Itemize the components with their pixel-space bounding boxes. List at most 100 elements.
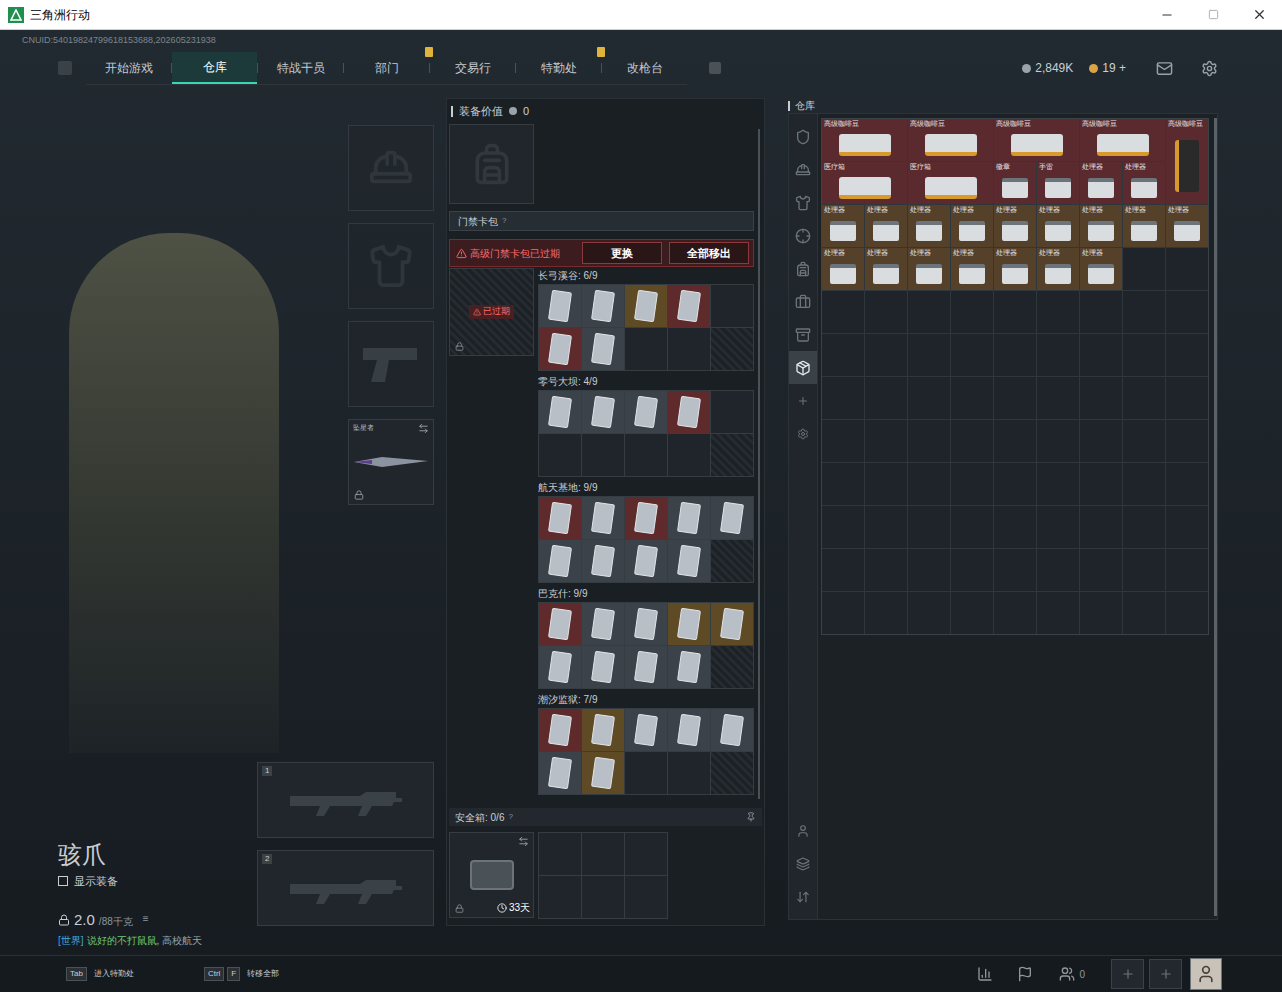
warehouse-side-tab[interactable] [789, 186, 817, 219]
keycard-slot-filled[interactable] [582, 497, 624, 539]
keycard-button[interactable]: 更换 [582, 242, 662, 264]
warehouse-cell[interactable] [994, 592, 1036, 634]
safe-cell[interactable] [539, 833, 581, 875]
warehouse-cell[interactable] [865, 506, 907, 548]
warehouse-cell[interactable] [1080, 463, 1122, 505]
warehouse-cell[interactable] [822, 420, 864, 462]
keycard-slot-filled[interactable] [582, 709, 624, 751]
warehouse-cell[interactable] [865, 549, 907, 591]
keycard-slot-filled[interactable] [582, 328, 624, 370]
warehouse-cell[interactable] [994, 463, 1036, 505]
warehouse-cell[interactable] [865, 334, 907, 376]
keycard-slot-filled[interactable] [539, 646, 581, 688]
warehouse-cell[interactable] [1166, 549, 1208, 591]
warehouse-cell[interactable] [908, 291, 950, 333]
warehouse-cell[interactable] [1037, 463, 1079, 505]
keycard-slot-filled[interactable] [582, 603, 624, 645]
keycard-slot-filled[interactable] [668, 497, 710, 539]
warehouse-cell[interactable] [1166, 420, 1208, 462]
keycard-slot-filled[interactable] [539, 709, 581, 751]
warehouse-item[interactable]: 处理器 [994, 205, 1036, 247]
keycard-case-slot[interactable]: 已过期 [449, 268, 534, 356]
warehouse-item[interactable]: 处理器 [1080, 162, 1122, 204]
warehouse-cell[interactable] [1166, 291, 1208, 333]
warehouse-cell[interactable] [1080, 549, 1122, 591]
warehouse-cell[interactable] [994, 334, 1036, 376]
warehouse-cell[interactable] [1166, 463, 1208, 505]
warehouse-cell[interactable] [822, 334, 864, 376]
warehouse-item[interactable]: 处理器 [908, 248, 950, 290]
warehouse-item[interactable]: 处理器 [1166, 205, 1208, 247]
warehouse-side-tab[interactable] [789, 252, 817, 285]
keycard-slot-filled[interactable] [668, 285, 710, 327]
warehouse-cell[interactable] [822, 377, 864, 419]
list-icon[interactable]: ≡ [143, 911, 149, 926]
keycard-slot-filled[interactable] [582, 752, 624, 794]
warehouse-cell[interactable] [1080, 291, 1122, 333]
warehouse-cell[interactable] [865, 420, 907, 462]
keycard-slot-filled[interactable] [625, 646, 667, 688]
warehouse-item[interactable]: 高级咖啡豆 [908, 119, 993, 161]
side-tool[interactable] [789, 814, 817, 847]
warehouse-cell[interactable] [908, 420, 950, 462]
warehouse-cell[interactable] [1166, 377, 1208, 419]
keycard-slot-filled[interactable] [582, 391, 624, 433]
keycard-slot-filled[interactable] [539, 391, 581, 433]
warehouse-item[interactable]: 医疗箱 [908, 162, 993, 204]
keycard-slot-filled[interactable] [582, 646, 624, 688]
warehouse-cell[interactable] [1037, 592, 1079, 634]
minimize-button[interactable] [1144, 0, 1190, 30]
warehouse-cell[interactable] [1037, 549, 1079, 591]
warehouse-cell[interactable] [951, 506, 993, 548]
warehouse-item[interactable]: 处理器 [994, 248, 1036, 290]
warehouse-cell[interactable] [908, 549, 950, 591]
warehouse-cell[interactable] [994, 377, 1036, 419]
warehouse-cell[interactable] [1166, 592, 1208, 634]
warehouse-cell[interactable] [1080, 334, 1122, 376]
stats-icon[interactable] [977, 966, 993, 982]
add-teammate-button[interactable] [1149, 959, 1182, 989]
key-hint[interactable]: Tab进入特勤处 [66, 967, 134, 981]
keycard-slot-filled[interactable] [539, 497, 581, 539]
menu-icon[interactable] [58, 61, 72, 75]
keycard-slot-empty[interactable] [625, 434, 667, 476]
warehouse-cell[interactable] [994, 506, 1036, 548]
warehouse-side-tab[interactable] [789, 153, 817, 186]
warehouse-cell[interactable] [1123, 291, 1165, 333]
keycard-slot-filled[interactable] [539, 285, 581, 327]
warehouse-item[interactable]: 处理器 [951, 248, 993, 290]
keycard-button[interactable]: 全部移出 [669, 242, 749, 264]
warehouse-cell[interactable] [822, 549, 864, 591]
nav-tab[interactable]: 改枪台 [602, 52, 687, 84]
warehouse-cell[interactable] [1037, 334, 1079, 376]
warehouse-side-tab[interactable] [789, 318, 817, 351]
keycard-slot-empty[interactable] [668, 752, 710, 794]
keycard-slot-filled[interactable] [668, 391, 710, 433]
nav-tab[interactable]: 交易行 [430, 52, 515, 84]
keycard-slot-filled[interactable] [625, 540, 667, 582]
warehouse-cell[interactable] [1123, 506, 1165, 548]
warehouse-cell[interactable] [1123, 334, 1165, 376]
warehouse-cell[interactable] [908, 377, 950, 419]
key-hint[interactable]: CtrlF转移全部 [204, 967, 279, 981]
warehouse-cell[interactable] [1166, 334, 1208, 376]
warehouse-side-tab[interactable] [789, 285, 817, 318]
friends[interactable]: 0 [1059, 966, 1085, 982]
keycard-slot-filled[interactable] [625, 709, 667, 751]
warehouse-item[interactable]: 处理器 [822, 205, 864, 247]
warehouse-cell[interactable] [1037, 377, 1079, 419]
warehouse-cell[interactable] [1123, 248, 1165, 290]
warehouse-cell[interactable] [908, 334, 950, 376]
warehouse-cell[interactable] [822, 463, 864, 505]
warehouse-cell[interactable] [951, 592, 993, 634]
currency[interactable]: 2,849K [1022, 59, 1073, 77]
armor-slot[interactable] [348, 223, 434, 309]
warehouse-item[interactable]: 处理器 [1080, 248, 1122, 290]
warehouse-cell[interactable] [1166, 506, 1208, 548]
settings-icon[interactable] [1201, 60, 1218, 77]
player-avatar[interactable] [1190, 958, 1222, 990]
weapon-slot[interactable]: 1 [257, 762, 434, 838]
warehouse-item[interactable]: 处理器 [1123, 205, 1165, 247]
nav-next-icon[interactable] [709, 62, 721, 74]
warehouse-item[interactable]: 处理器 [1123, 162, 1165, 204]
